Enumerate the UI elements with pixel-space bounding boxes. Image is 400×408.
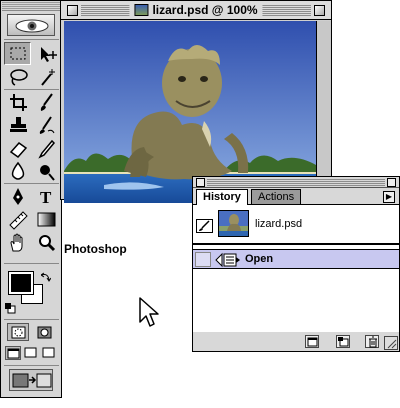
history-palette: History Actions ▶ lizard.psd Open [192,176,400,352]
rect-marquee-icon [10,47,26,60]
blur-tool[interactable] [4,159,31,182]
new-snapshot-icon[interactable] [336,335,350,348]
zoom-tool[interactable] [32,230,59,253]
magic-wand-tool[interactable] [32,65,59,88]
type-tool[interactable]: T [32,184,59,207]
swap-colors-icon[interactable] [40,269,52,282]
pen-nib-icon [13,188,23,205]
magnifier-icon [39,235,56,252]
tab-actions[interactable]: Actions [251,189,302,204]
quick-mask-icon [37,326,52,339]
toolbox-palette: T [0,0,62,398]
zoom-box-icon[interactable] [314,5,325,16]
screen-mode-full[interactable] [41,346,57,360]
gradient-icon [37,212,56,227]
jump-to-imageready-button[interactable] [9,369,53,391]
jump-to-icon [12,373,52,388]
tab-history[interactable]: History [196,189,248,205]
snapshot-name: lizard.psd [255,218,303,230]
document-title: lizard.psd @ 100% [129,3,263,17]
snapshot-row[interactable]: lizard.psd [193,205,399,245]
trash-icon[interactable] [365,335,379,348]
dodge-tool[interactable] [32,159,59,182]
standard-mode-button[interactable] [7,323,29,341]
ruler-icon [9,211,28,230]
water-drop-icon [11,161,25,180]
history-brush-source-icon[interactable] [196,219,213,233]
toolbox-divider [4,39,59,40]
window-icon [24,347,37,358]
close-box-icon[interactable] [67,5,78,16]
window-icon [42,347,55,358]
eraser-icon [9,141,28,159]
new-document-from-state-icon[interactable] [305,335,319,348]
magic-wand-icon [41,69,55,86]
marquee-tool[interactable] [4,42,31,65]
measure-tool[interactable] [4,207,31,230]
history-state-label: Open [245,253,274,265]
rubber-stamp-icon [10,117,27,132]
toolbox-divider [4,319,59,320]
toolbox-drag-bar[interactable] [2,2,60,11]
toolbox-divider [4,263,59,264]
history-palette-footer [193,332,399,351]
palette-menu-arrow-icon[interactable]: ▶ [383,191,395,203]
hand-tool[interactable] [4,230,31,253]
pencil-tool[interactable] [32,136,59,159]
type-t-icon: T [40,188,52,207]
svg-text:T: T [40,188,52,207]
mouse-pointer-icon [138,296,160,335]
pen-tool[interactable] [4,184,31,207]
standard-mode-icon [11,326,26,339]
move-tool[interactable] [32,42,59,65]
palette-resize-grip[interactable] [384,336,398,350]
history-palette-title-bar[interactable] [193,177,399,188]
lasso-tool[interactable] [4,65,31,88]
gradient-tool[interactable] [32,207,59,230]
screen-mode-full-menu[interactable] [23,346,39,360]
move-arrow-icon [41,47,57,62]
document-title-bar[interactable]: lizard.psd @ 100% [61,1,331,20]
pencil-icon [38,139,56,159]
palette-zoom-icon[interactable] [387,178,396,187]
lasso-icon [10,69,28,86]
crop-icon [10,94,27,111]
history-list: lizard.psd Open [193,204,399,333]
document-vertical-scrollbar[interactable] [316,21,331,199]
snapshot-thumbnail [218,210,249,237]
screen-mode-standard[interactable] [5,346,21,360]
palette-tabs: History Actions [193,189,399,205]
state-slider-icon[interactable] [215,252,243,273]
foreground-color-swatch[interactable] [8,271,34,295]
adobe-eye-logo[interactable] [7,14,55,36]
dodge-icon [40,165,55,181]
history-brush-source-box[interactable] [195,252,211,267]
eraser-tool[interactable] [4,136,31,159]
photoshop-label: Photoshop [64,242,127,256]
default-colors-icon[interactable] [5,301,16,314]
hand-icon [10,233,23,252]
history-brush-icon [39,116,55,134]
history-state-row[interactable]: Open [193,249,399,269]
history-brush-tool[interactable] [32,113,59,136]
brush-tool[interactable] [32,90,59,113]
psd-file-icon [134,4,149,16]
palette-close-icon[interactable] [196,178,205,187]
toolbox-divider [4,365,59,366]
quick-mask-button[interactable] [33,323,55,341]
clone-stamp-tool[interactable] [4,113,31,136]
crop-tool[interactable] [4,90,31,113]
document-window: lizard.psd @ 100% [60,0,332,203]
document-title-text: lizard.psd @ 100% [152,3,258,17]
window-icon [7,348,20,359]
paintbrush-icon [40,93,53,111]
